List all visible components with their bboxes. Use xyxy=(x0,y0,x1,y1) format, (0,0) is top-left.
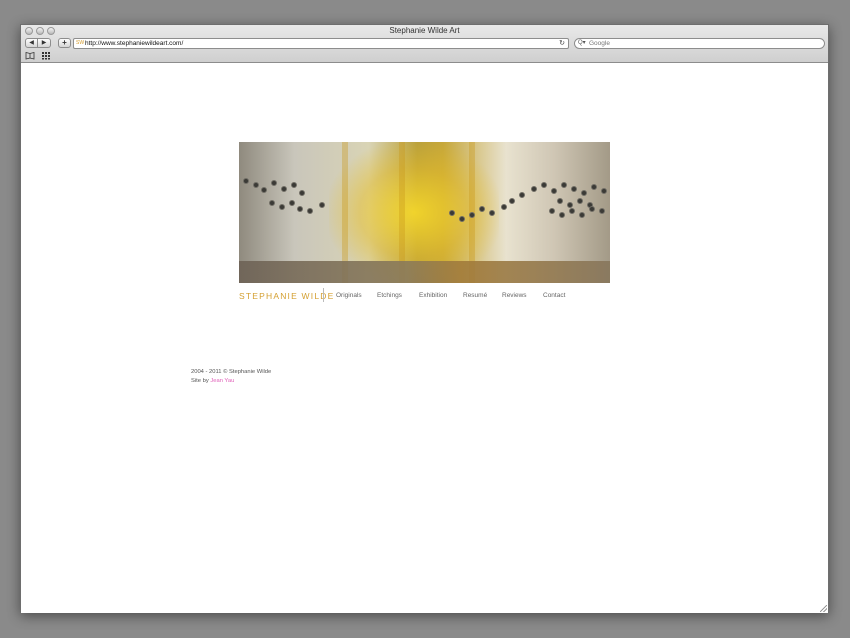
wall-piece xyxy=(271,180,277,186)
nav-originals[interactable]: Originals xyxy=(336,292,377,299)
wall-piece xyxy=(449,210,455,216)
add-bookmark-button[interactable]: + xyxy=(58,38,71,48)
wall-piece xyxy=(589,206,595,212)
wall-piece xyxy=(551,188,557,194)
wall-piece xyxy=(559,212,565,218)
wall-piece xyxy=(307,208,313,214)
wall-piece xyxy=(489,210,495,216)
wall-piece xyxy=(501,204,507,210)
resize-grip-icon[interactable] xyxy=(820,605,827,612)
nav-reviews[interactable]: Reviews xyxy=(502,292,543,299)
window-title: Stephanie Wilde Art xyxy=(389,26,460,35)
forward-button[interactable]: ▶ xyxy=(38,38,51,48)
back-button[interactable]: ◀ xyxy=(25,38,38,48)
copyright-text: 2004 - 2011 © Stephanie Wilde xyxy=(191,369,272,375)
wall-piece xyxy=(569,208,575,214)
wall-piece xyxy=(279,204,285,210)
wall-piece xyxy=(601,188,607,194)
bookmarks-bar xyxy=(25,51,51,60)
nav-contact[interactable]: Contact xyxy=(543,292,565,299)
nav-etchings[interactable]: Etchings xyxy=(377,292,419,299)
hero-floor xyxy=(239,261,610,283)
browser-window: Stephanie Wilde Art ◀ ▶ + SW http://www.… xyxy=(20,24,829,613)
reload-icon[interactable]: ↻ xyxy=(559,39,565,48)
wall-piece xyxy=(557,198,563,204)
credit-line: Site by Jean Yau xyxy=(191,377,271,386)
nav-resume[interactable]: Resumé xyxy=(463,292,502,299)
site-favicon-icon: SW xyxy=(76,40,85,46)
wall-piece xyxy=(261,187,267,193)
search-icon[interactable]: Q▾ xyxy=(578,39,586,48)
wall-piece xyxy=(289,200,295,206)
site-nav: Originals Etchings Exhibition Resumé Rev… xyxy=(336,292,565,299)
url-text[interactable]: http://www.stephaniewildeart.com/ xyxy=(85,39,183,48)
site-footer: 2004 - 2011 © Stephanie Wilde Site by Je… xyxy=(191,368,271,386)
bookmarks-book-icon[interactable] xyxy=(25,51,35,60)
brand-divider xyxy=(323,288,324,302)
wall-piece xyxy=(459,216,465,222)
wall-piece xyxy=(519,192,525,198)
history-buttons: ◀ ▶ xyxy=(25,38,51,48)
search-input[interactable]: Q▾ Google xyxy=(574,38,825,49)
wall-piece xyxy=(549,208,555,214)
wall-piece xyxy=(253,182,259,188)
gallery-hero-image xyxy=(239,142,610,283)
wall-piece xyxy=(291,182,297,188)
wall-piece xyxy=(297,206,303,212)
credit-prefix: Site by xyxy=(191,378,211,384)
site-brand[interactable]: STEPHANIE WILDE xyxy=(239,291,334,301)
browser-chrome: Stephanie Wilde Art ◀ ▶ + SW http://www.… xyxy=(21,25,828,63)
wall-piece xyxy=(579,212,585,218)
wall-piece xyxy=(581,190,587,196)
wall-piece xyxy=(469,212,475,218)
wall-piece xyxy=(319,202,325,208)
credit-link[interactable]: Jean Yau xyxy=(210,378,234,384)
wall-piece xyxy=(243,178,249,184)
wall-piece xyxy=(591,184,597,190)
wall-piece xyxy=(577,198,583,204)
wall-piece xyxy=(269,200,275,206)
wall-piece xyxy=(541,182,547,188)
wall-piece xyxy=(561,182,567,188)
top-sites-grid-icon[interactable] xyxy=(41,51,51,60)
web-page: STEPHANIE WILDE Originals Etchings Exhib… xyxy=(21,63,828,613)
wall-piece xyxy=(479,206,485,212)
wall-piece xyxy=(531,186,537,192)
wall-piece xyxy=(281,186,287,192)
wall-piece xyxy=(599,208,605,214)
nav-exhibition[interactable]: Exhibition xyxy=(419,292,463,299)
wall-piece xyxy=(299,190,305,196)
wall-piece xyxy=(571,186,577,192)
address-bar[interactable]: SW http://www.stephaniewildeart.com/ ↻ xyxy=(73,38,569,49)
wall-piece xyxy=(509,198,515,204)
search-placeholder: Google xyxy=(589,40,610,47)
